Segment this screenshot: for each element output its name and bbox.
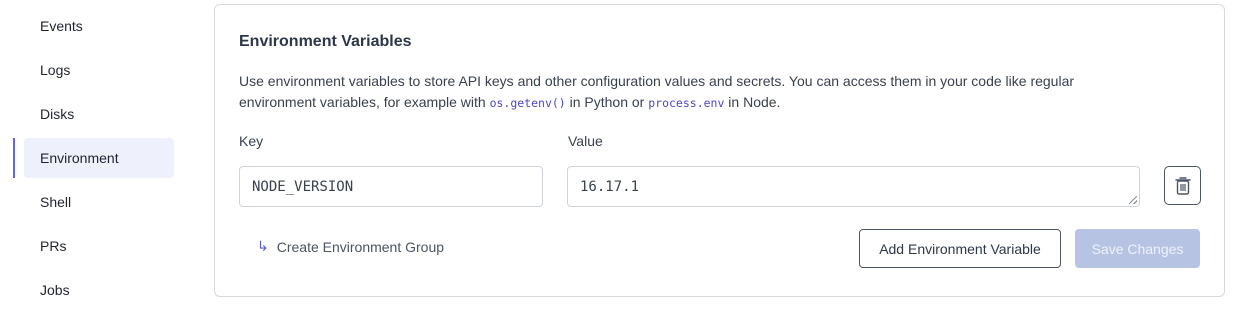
active-indicator <box>13 138 15 178</box>
key-input-value: NODE_VERSION <box>252 178 354 195</box>
create-environment-group-link[interactable]: ↳ Create Environment Group <box>257 238 444 255</box>
return-arrow-icon: ↳ <box>257 238 269 254</box>
value-input[interactable]: 16.17.1 <box>567 166 1140 207</box>
save-changes-button[interactable]: Save Changes <box>1075 229 1200 268</box>
sidebar-item-jobs[interactable]: Jobs <box>24 270 174 310</box>
add-environment-variable-button[interactable]: Add Environment Variable <box>859 229 1061 268</box>
sidebar-item-shell[interactable]: Shell <box>24 182 174 222</box>
value-label: Value <box>568 133 603 149</box>
card-title: Environment Variables <box>239 33 412 50</box>
sidebar: Events Logs Disks Environment Shell PRs … <box>0 0 200 314</box>
environment-variables-card: Environment Variables Use environment va… <box>214 4 1225 297</box>
trash-icon <box>1174 176 1191 195</box>
sidebar-item-prs[interactable]: PRs <box>24 226 174 266</box>
description-text-3: in Node. <box>724 94 781 110</box>
resize-handle[interactable] <box>1129 196 1137 204</box>
sidebar-item-environment[interactable]: Environment <box>24 138 174 178</box>
sidebar-item-disks[interactable]: Disks <box>24 94 174 134</box>
create-group-label: Create Environment Group <box>276 238 445 255</box>
sidebar-item-logs[interactable]: Logs <box>24 50 174 90</box>
delete-variable-button[interactable] <box>1164 166 1201 205</box>
code-node: process.env <box>648 96 725 110</box>
code-python: os.getenv() <box>489 96 566 110</box>
sidebar-item-events[interactable]: Events <box>24 6 174 46</box>
value-input-value: 16.17.1 <box>580 178 640 195</box>
description: Use environment variables to store API k… <box>239 71 1139 114</box>
description-text-2: in Python or <box>565 94 649 110</box>
key-label: Key <box>239 133 264 149</box>
key-input[interactable]: NODE_VERSION <box>239 166 543 207</box>
